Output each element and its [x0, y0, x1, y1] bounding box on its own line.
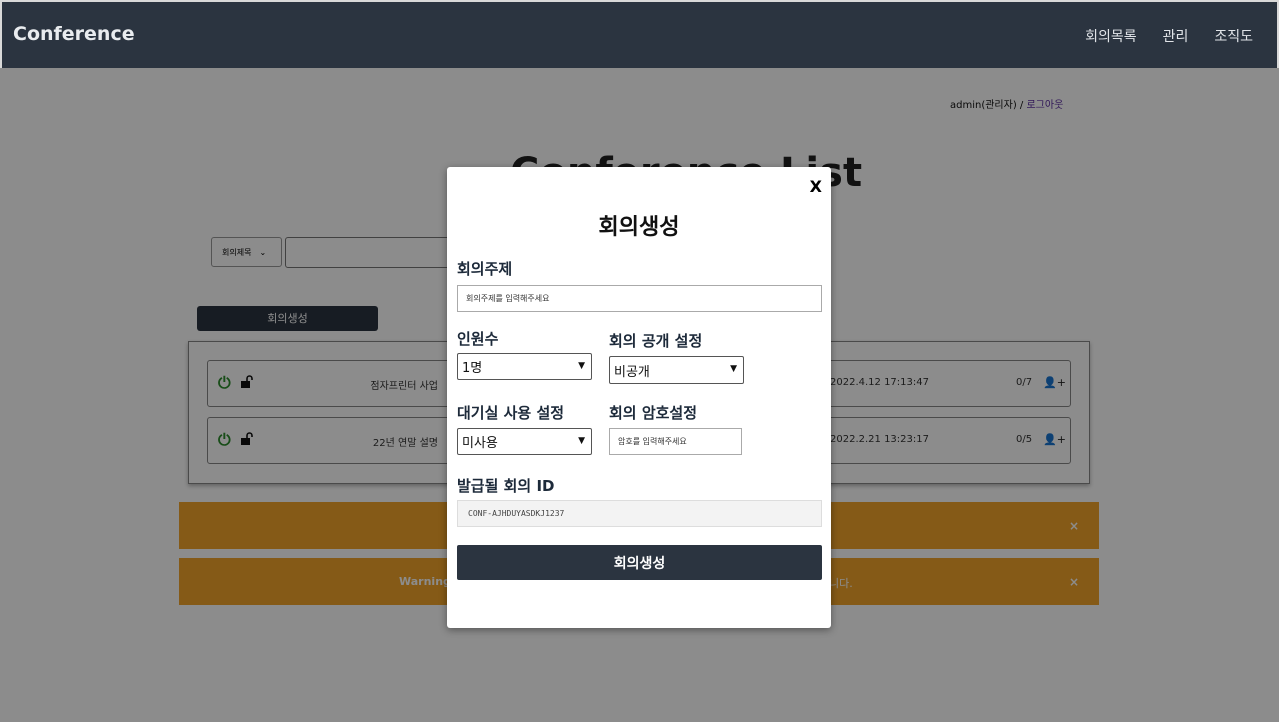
nav-links: 회의목록 관리 조직도 [1085, 26, 1253, 46]
meeting-id-label: 발급될 회의 ID [457, 477, 555, 495]
top-navbar: Conference 회의목록 관리 조직도 [0, 0, 1279, 68]
brand-logo[interactable]: Conference [13, 23, 135, 45]
password-input[interactable]: 암호를 입력해주세요 [609, 428, 742, 455]
people-label: 인원수 [457, 330, 499, 348]
create-meeting-submit-button[interactable]: 회의생성 [457, 545, 822, 580]
create-meeting-modal: X 회의생성 회의주제 회의주제를 입력해주세요 인원수 1명 ▼ 회의 공개 … [447, 167, 831, 628]
public-label: 회의 공개 설정 [609, 332, 703, 350]
topic-label: 회의주제 [457, 260, 513, 278]
chevron-down-icon: ▼ [730, 364, 737, 374]
modal-title: 회의생성 [598, 215, 680, 240]
people-value: 1명 [462, 361, 483, 376]
close-icon[interactable]: X [810, 177, 822, 196]
nav-item-org-chart[interactable]: 조직도 [1214, 26, 1253, 46]
nav-item-admin[interactable]: 관리 [1163, 26, 1189, 46]
topic-input[interactable]: 회의주제를 입력해주세요 [457, 285, 822, 312]
public-select[interactable]: 비공개 ▼ [609, 356, 744, 384]
waiting-room-value: 미사용 [462, 436, 498, 451]
people-select[interactable]: 1명 ▼ [457, 353, 592, 380]
chevron-down-icon: ▼ [578, 436, 585, 446]
waiting-room-select[interactable]: 미사용 ▼ [457, 428, 592, 455]
meeting-id-field: CONF-AJHDUYASDKJ1237 [457, 500, 822, 527]
password-label: 회의 암호설정 [609, 404, 698, 422]
chevron-down-icon: ▼ [578, 361, 585, 371]
nav-item-meeting-list[interactable]: 회의목록 [1085, 26, 1137, 46]
public-value: 비공개 [614, 364, 650, 380]
waiting-room-label: 대기실 사용 설정 [457, 404, 565, 422]
